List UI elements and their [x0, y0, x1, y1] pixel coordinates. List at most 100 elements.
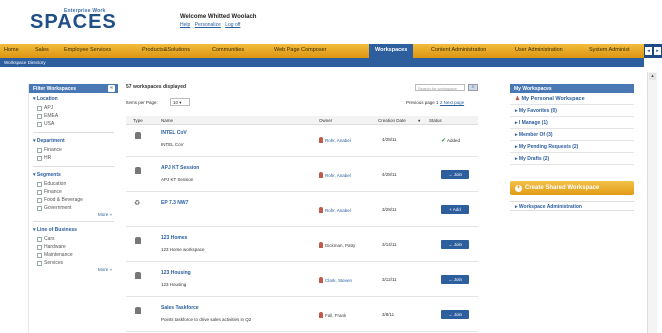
owner[interactable]: Rohr, Anabel	[319, 172, 351, 178]
collapse-icon[interactable]: «	[108, 85, 115, 92]
search-input[interactable]: Search for workspace	[415, 84, 465, 91]
logoff-link[interactable]: Log off	[225, 22, 240, 28]
filter-option[interactable]: Food & Beverage	[37, 196, 114, 204]
help-link[interactable]: Help	[180, 22, 190, 28]
table-row[interactable]: ♻ EP 7.3 NW7 Rohr, Anabel 3/28/11 + Add	[126, 196, 478, 227]
nav-communities[interactable]: Communities	[212, 47, 244, 53]
app-logo[interactable]: Enterprise Work SPACES	[30, 8, 117, 32]
table-row[interactable]: APJ KT Session APJ KT Session Rohr, Anabel…	[126, 161, 478, 192]
nav-sales[interactable]: Sales	[35, 47, 49, 53]
join-button[interactable]: → Join	[441, 240, 469, 249]
nav-right-arrow-icon[interactable]: ▸	[654, 47, 661, 55]
filter-option[interactable]: Maintenance	[37, 251, 114, 259]
filter-option[interactable]: EMEA	[37, 112, 114, 120]
vertical-scrollbar[interactable]: ▴	[647, 72, 657, 333]
checkbox[interactable]	[37, 105, 42, 111]
filter-option[interactable]: USA	[37, 120, 114, 128]
checkbox[interactable]	[37, 205, 42, 211]
more-link[interactable]: More »	[33, 212, 114, 217]
checkbox[interactable]	[37, 147, 42, 153]
create-shared-workspace-button[interactable]: + Create Shared Workspace	[510, 181, 634, 195]
nav-content-administration[interactable]: Content Administration	[431, 47, 486, 53]
join-button[interactable]: → Join	[441, 310, 469, 319]
member-of-link[interactable]: ▸ Member Of (3)	[510, 129, 634, 141]
owner[interactable]: Rohr, Anabel	[319, 207, 351, 213]
filter-option[interactable]: Government	[37, 204, 114, 212]
join-button[interactable]: → Join	[441, 170, 469, 179]
filter-group-title[interactable]: ▾ Line of Business	[33, 227, 114, 233]
my-personal-workspace-link[interactable]: ♟ My Personal Workspace	[510, 93, 634, 105]
filter-option[interactable]: HR	[37, 154, 114, 162]
checkbox[interactable]	[37, 244, 42, 250]
column-header-name[interactable]: Name	[161, 118, 173, 123]
table-row[interactable]: Sales Taskforce Points taskforce to drive…	[126, 301, 478, 332]
workspace-name-link[interactable]: 123 Housing	[161, 270, 191, 276]
pending-requests-link[interactable]: ▸ My Pending Requests (2)	[510, 141, 634, 153]
checkbox[interactable]	[37, 260, 42, 266]
nav-products-solutions[interactable]: Products&Solutions	[142, 47, 190, 53]
checkbox[interactable]	[37, 155, 42, 161]
nav-system-administration[interactable]: System Administ	[589, 47, 630, 53]
my-workspaces-title: My Workspaces	[510, 84, 634, 93]
items-per-page-select[interactable]: 10 ▾	[170, 98, 190, 106]
table-row[interactable]: 123 Housing 123 Housing Clark, Steven 3/12/…	[126, 266, 478, 297]
more-link[interactable]: More »	[33, 267, 114, 272]
filter-option[interactable]: Services	[37, 259, 114, 267]
filter-option[interactable]: Finance	[37, 146, 114, 154]
owner-name: Dickman, Patty	[325, 242, 356, 248]
pager-next[interactable]: 2 Next page	[440, 100, 464, 105]
nav-left-arrow-icon[interactable]: ◂	[645, 47, 652, 55]
personalize-link[interactable]: Personalize	[195, 22, 221, 28]
nav-employee-services[interactable]: Employee Services	[64, 47, 111, 53]
column-header-creation-date[interactable]: Creation Date	[378, 118, 406, 123]
filter-option[interactable]: APJ	[37, 104, 114, 112]
checkbox[interactable]	[37, 252, 42, 258]
workspace-administration-link[interactable]: ▸ Workspace Administration	[510, 201, 634, 211]
owner[interactable]: Clark, Steven	[319, 277, 352, 283]
my-favorites-link[interactable]: ▸ My Favorites (0)	[510, 105, 634, 117]
sort-icon[interactable]: ♦	[418, 118, 420, 123]
add-button[interactable]: + Add	[441, 205, 469, 214]
column-header-type[interactable]: Type	[133, 118, 143, 123]
filter-group-title[interactable]: ▾ Segments	[33, 172, 114, 178]
workspace-name-link[interactable]: Sales Taskforce	[161, 305, 199, 311]
nav-workspace-directory[interactable]: Workspace Directory	[4, 60, 46, 65]
checkbox[interactable]	[37, 189, 42, 195]
filter-option[interactable]: Hardware	[37, 243, 114, 251]
workspace-name-link[interactable]: 123 Homes	[161, 235, 187, 241]
workspace-name-link[interactable]: INTEL CoV	[161, 130, 187, 136]
join-button[interactable]: → Join	[441, 275, 469, 284]
i-manage-link[interactable]: ▸ I Manage (1)	[510, 117, 634, 129]
pager-previous[interactable]: Previous page	[406, 100, 435, 105]
filter-option[interactable]: Cars	[37, 235, 114, 243]
filter-group-title[interactable]: ▾ Location	[33, 96, 114, 102]
pager: Previous page 1 2 Next page	[406, 100, 464, 105]
filter-group-title[interactable]: ▾ Department	[33, 138, 114, 144]
nav-workspaces[interactable]: Workspaces	[369, 44, 414, 58]
filter-group-segments: ▾ Segments Education Finance Food & Beve…	[29, 169, 118, 219]
workspace-description: APJ KT Session	[161, 177, 194, 182]
workspace-name-link[interactable]: APJ KT Session	[161, 165, 199, 171]
checkbox[interactable]	[37, 236, 42, 242]
owner-name: Fall, Frank	[325, 312, 347, 318]
checkbox[interactable]	[37, 181, 42, 187]
nav-web-page-composer[interactable]: Web Page Composer	[274, 47, 326, 53]
column-header-status[interactable]: Status	[429, 118, 442, 123]
nav-home[interactable]: Home	[4, 47, 19, 53]
owner[interactable]: Rohr, Anabel	[319, 137, 351, 143]
person-icon	[319, 312, 323, 318]
column-header-owner[interactable]: Owner	[319, 118, 332, 123]
checkbox[interactable]	[37, 197, 42, 203]
table-row[interactable]: INTEL CoV INTEL CoV Rohr, Anabel 4/28/11 ✔ A…	[126, 126, 478, 157]
scroll-up-icon[interactable]: ▴	[649, 73, 656, 80]
checkbox[interactable]	[37, 121, 42, 127]
filter-option[interactable]: Education	[37, 180, 114, 188]
workspace-name-link[interactable]: EP 7.3 NW7	[161, 200, 188, 206]
search-icon[interactable]: ⌕	[468, 84, 478, 91]
my-drafts-link[interactable]: ▸ My Drafts (2)	[510, 153, 634, 165]
table-row[interactable]: 123 Homes 123 Home workspace Dickman, Patt…	[126, 231, 478, 262]
filter-option[interactable]: Finance	[37, 188, 114, 196]
nav-user-administration[interactable]: User Administration	[515, 47, 563, 53]
divider	[33, 221, 114, 222]
checkbox[interactable]	[37, 113, 42, 119]
